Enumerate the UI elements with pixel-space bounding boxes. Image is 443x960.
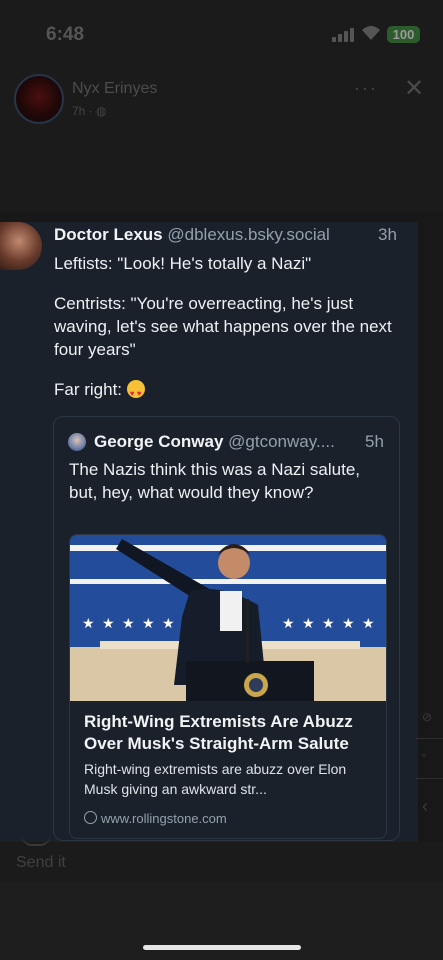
author-handle[interactable]: @dblexus.bsky.social [167, 225, 329, 244]
svg-text:★: ★ [362, 616, 375, 632]
link-domain: www.rollingstone.com [84, 811, 227, 826]
comment-text: Send it [16, 854, 66, 871]
post-paragraph-text: Far right: [54, 380, 127, 399]
quote-author-name[interactable]: George Conway [94, 432, 223, 451]
svg-text:★: ★ [302, 616, 315, 632]
story-avatar[interactable] [14, 74, 64, 124]
chevron-left-icon[interactable]: ‹ [422, 796, 428, 817]
post-paragraph: Far right: [54, 378, 404, 405]
svg-text:★: ★ [342, 616, 355, 632]
author-line: Doctor Lexus @dblexus.bsky.social [54, 225, 330, 245]
link-title[interactable]: Right-Wing Extremists Are Abuzz Over Mus… [84, 711, 379, 755]
reply-icon[interactable]: ▫ [422, 748, 426, 762]
link-domain-text: www.rollingstone.com [101, 811, 227, 826]
quote-author-line: George Conway @gtconway.... [94, 432, 335, 452]
divider [416, 738, 443, 739]
heart-eyes-emoji-icon [126, 380, 145, 405]
side-action-rail: ⊘ ▫ ‹ [416, 690, 443, 840]
post-paragraph: Centrists: "You're overreacting, he's ju… [54, 294, 392, 359]
globe-icon: ◍ [96, 104, 107, 118]
quote-time: 5h [365, 432, 384, 451]
post-time: 3h [378, 225, 397, 244]
more-horizontal-icon[interactable]: ··· [354, 78, 378, 99]
story-meta: 7h · ◍ [72, 104, 107, 118]
wifi-icon [362, 26, 380, 40]
svg-text:★: ★ [282, 616, 295, 632]
author-name[interactable]: Doctor Lexus [54, 225, 163, 244]
story-author-name[interactable]: Nyx Erinyes [72, 80, 157, 98]
quote-author-handle[interactable]: @gtconway.... [228, 432, 335, 451]
svg-text:★: ★ [102, 616, 115, 632]
comment-area: Send it [0, 842, 443, 960]
quote-text: The Nazis think this was a Nazi salute, … [69, 460, 361, 502]
cellular-signal-icon [332, 28, 354, 42]
repost-icon[interactable]: ⊘ [422, 710, 432, 724]
svg-text:★: ★ [322, 616, 335, 632]
story-time: 7h · [72, 104, 97, 118]
link-preview-image: ★ ★ ★ ★ ★ ★ ★ ★ ★ ★ [70, 535, 386, 701]
author-avatar[interactable] [0, 222, 42, 270]
post-text: Leftists: "Look! He's totally a Nazi" Ce… [54, 252, 404, 418]
post-paragraph: Leftists: "Look! He's totally a Nazi" [54, 254, 312, 273]
divider [416, 778, 443, 779]
battery-indicator: 100 [387, 26, 420, 43]
clock: 6:48 [46, 24, 85, 45]
svg-text:★: ★ [142, 616, 155, 632]
commenter-avatar[interactable] [22, 836, 50, 846]
svg-text:★: ★ [162, 616, 175, 632]
link-description: Right-wing extremists are abuzz over Elo… [84, 761, 347, 797]
close-icon[interactable]: ✕ [404, 74, 424, 103]
globe-icon [84, 811, 97, 824]
post-card: Doctor Lexus @dblexus.bsky.social 3h Lef… [0, 222, 418, 842]
link-preview-card[interactable]: ★ ★ ★ ★ ★ ★ ★ ★ ★ ★ Right-Wing Extremists Are Ab… [69, 534, 387, 839]
story-header: Nyx Erinyes 7h · ◍ ··· ✕ [0, 62, 443, 212]
quoted-post[interactable]: George Conway @gtconway.... 5h The Nazis… [53, 416, 400, 841]
svg-text:★: ★ [122, 616, 135, 632]
svg-text:★: ★ [82, 616, 95, 632]
home-indicator[interactable] [143, 945, 301, 950]
status-bar: 6:48 100 [0, 0, 443, 62]
quote-author-avatar[interactable] [68, 433, 86, 451]
